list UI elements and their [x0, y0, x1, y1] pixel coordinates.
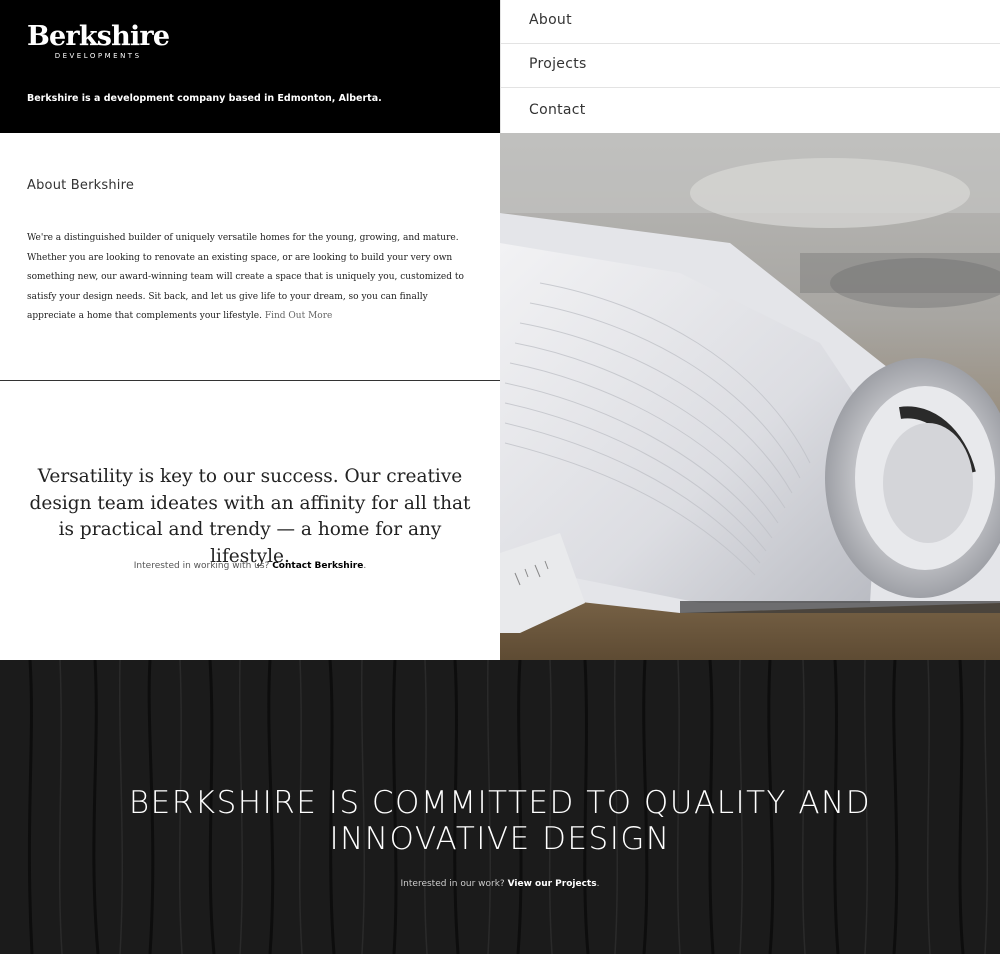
find-out-more-link[interactable]: Find Out More [265, 311, 332, 321]
logo[interactable]: Berkshire DEVELOPMENTS [27, 21, 170, 61]
blueprints-photo-illustration [500, 133, 1000, 660]
versatility-section: Versatility is key to our success. Our c… [0, 382, 500, 660]
header-tagline: Berkshire is a development company based… [27, 93, 382, 104]
about-title: About Berkshire [27, 178, 135, 193]
about-text: We're a distinguished builder of uniquel… [27, 229, 477, 327]
logo-subtitle: DEVELOPMENTS [54, 52, 142, 60]
commitment-headline: BERKSHIRE IS COMMITTED TO QUALITY AND IN… [128, 785, 872, 857]
blueprints-photo [500, 133, 1000, 660]
about-body: We're a distinguished builder of uniquel… [27, 233, 464, 321]
contact-berkshire-link[interactable]: Contact Berkshire [272, 561, 363, 571]
contact-prompt-text: Interested in working with us? [133, 561, 270, 571]
contact-prompt: Interested in working with us? Contact B… [0, 561, 500, 571]
projects-prompt-text: Interested in our work? [400, 879, 505, 889]
contact-prompt-period: . [363, 561, 367, 571]
versatility-quote: Versatility is key to our success. Our c… [29, 466, 471, 567]
nav-item-contact[interactable]: Contact [501, 88, 1000, 133]
commitment-section: BERKSHIRE IS COMMITTED TO QUALITY AND IN… [0, 660, 1000, 954]
header: Berkshire DEVELOPMENTS Berkshire is a de… [0, 0, 500, 133]
nav-item-projects[interactable]: Projects [501, 44, 1000, 88]
about-section: About Berkshire We're a distinguished bu… [0, 133, 500, 381]
view-projects-link[interactable]: View our Projects [508, 879, 597, 889]
projects-prompt-period: . [596, 879, 600, 889]
nav-item-about[interactable]: About [501, 0, 1000, 44]
projects-prompt: Interested in our work? View our Project… [0, 879, 1000, 889]
main-nav: About Projects Contact [500, 0, 1000, 133]
logo-wordmark: Berkshire [27, 21, 170, 52]
